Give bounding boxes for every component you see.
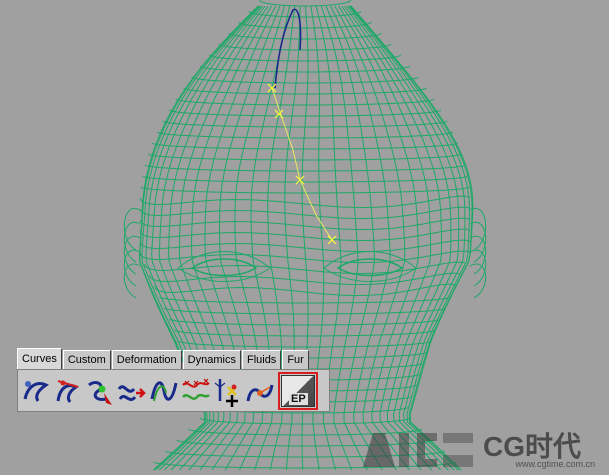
tab-deformation[interactable]: Deformation [111, 350, 182, 369]
add-points-tool-icon[interactable] [212, 375, 244, 407]
rebuild-curve-icon[interactable] [116, 375, 148, 407]
watermark-logo: CG时代 www.cgtime.com.cn [363, 425, 603, 469]
cv-curve-tool-icon[interactable] [20, 375, 52, 407]
watermark-url: www.cgtime.com.cn [515, 459, 595, 469]
tab-custom[interactable]: Custom [62, 350, 111, 369]
ep-curve-sketch-icon[interactable] [52, 375, 84, 407]
curve-editing-tool-icon[interactable] [244, 375, 276, 407]
tab-fur[interactable]: Fur [282, 350, 309, 369]
tab-curves[interactable]: Curves [17, 348, 62, 369]
curves-shelf: EP [17, 369, 330, 412]
shelf-tab-bar: Curves Custom Deformation Dynamics Fluid… [17, 347, 310, 370]
pencil-curve-tool-icon[interactable] [84, 375, 116, 407]
tab-dynamics[interactable]: Dynamics [182, 350, 241, 369]
ep-label: EP [289, 392, 308, 405]
offset-curve-icon[interactable] [180, 375, 212, 407]
tab-fluids[interactable]: Fluids [241, 350, 282, 369]
ep-curve-tool-button[interactable]: EP [278, 371, 318, 410]
ep-curve-tool-icon: EP [281, 374, 315, 407]
smooth-curve-icon[interactable] [148, 375, 180, 407]
